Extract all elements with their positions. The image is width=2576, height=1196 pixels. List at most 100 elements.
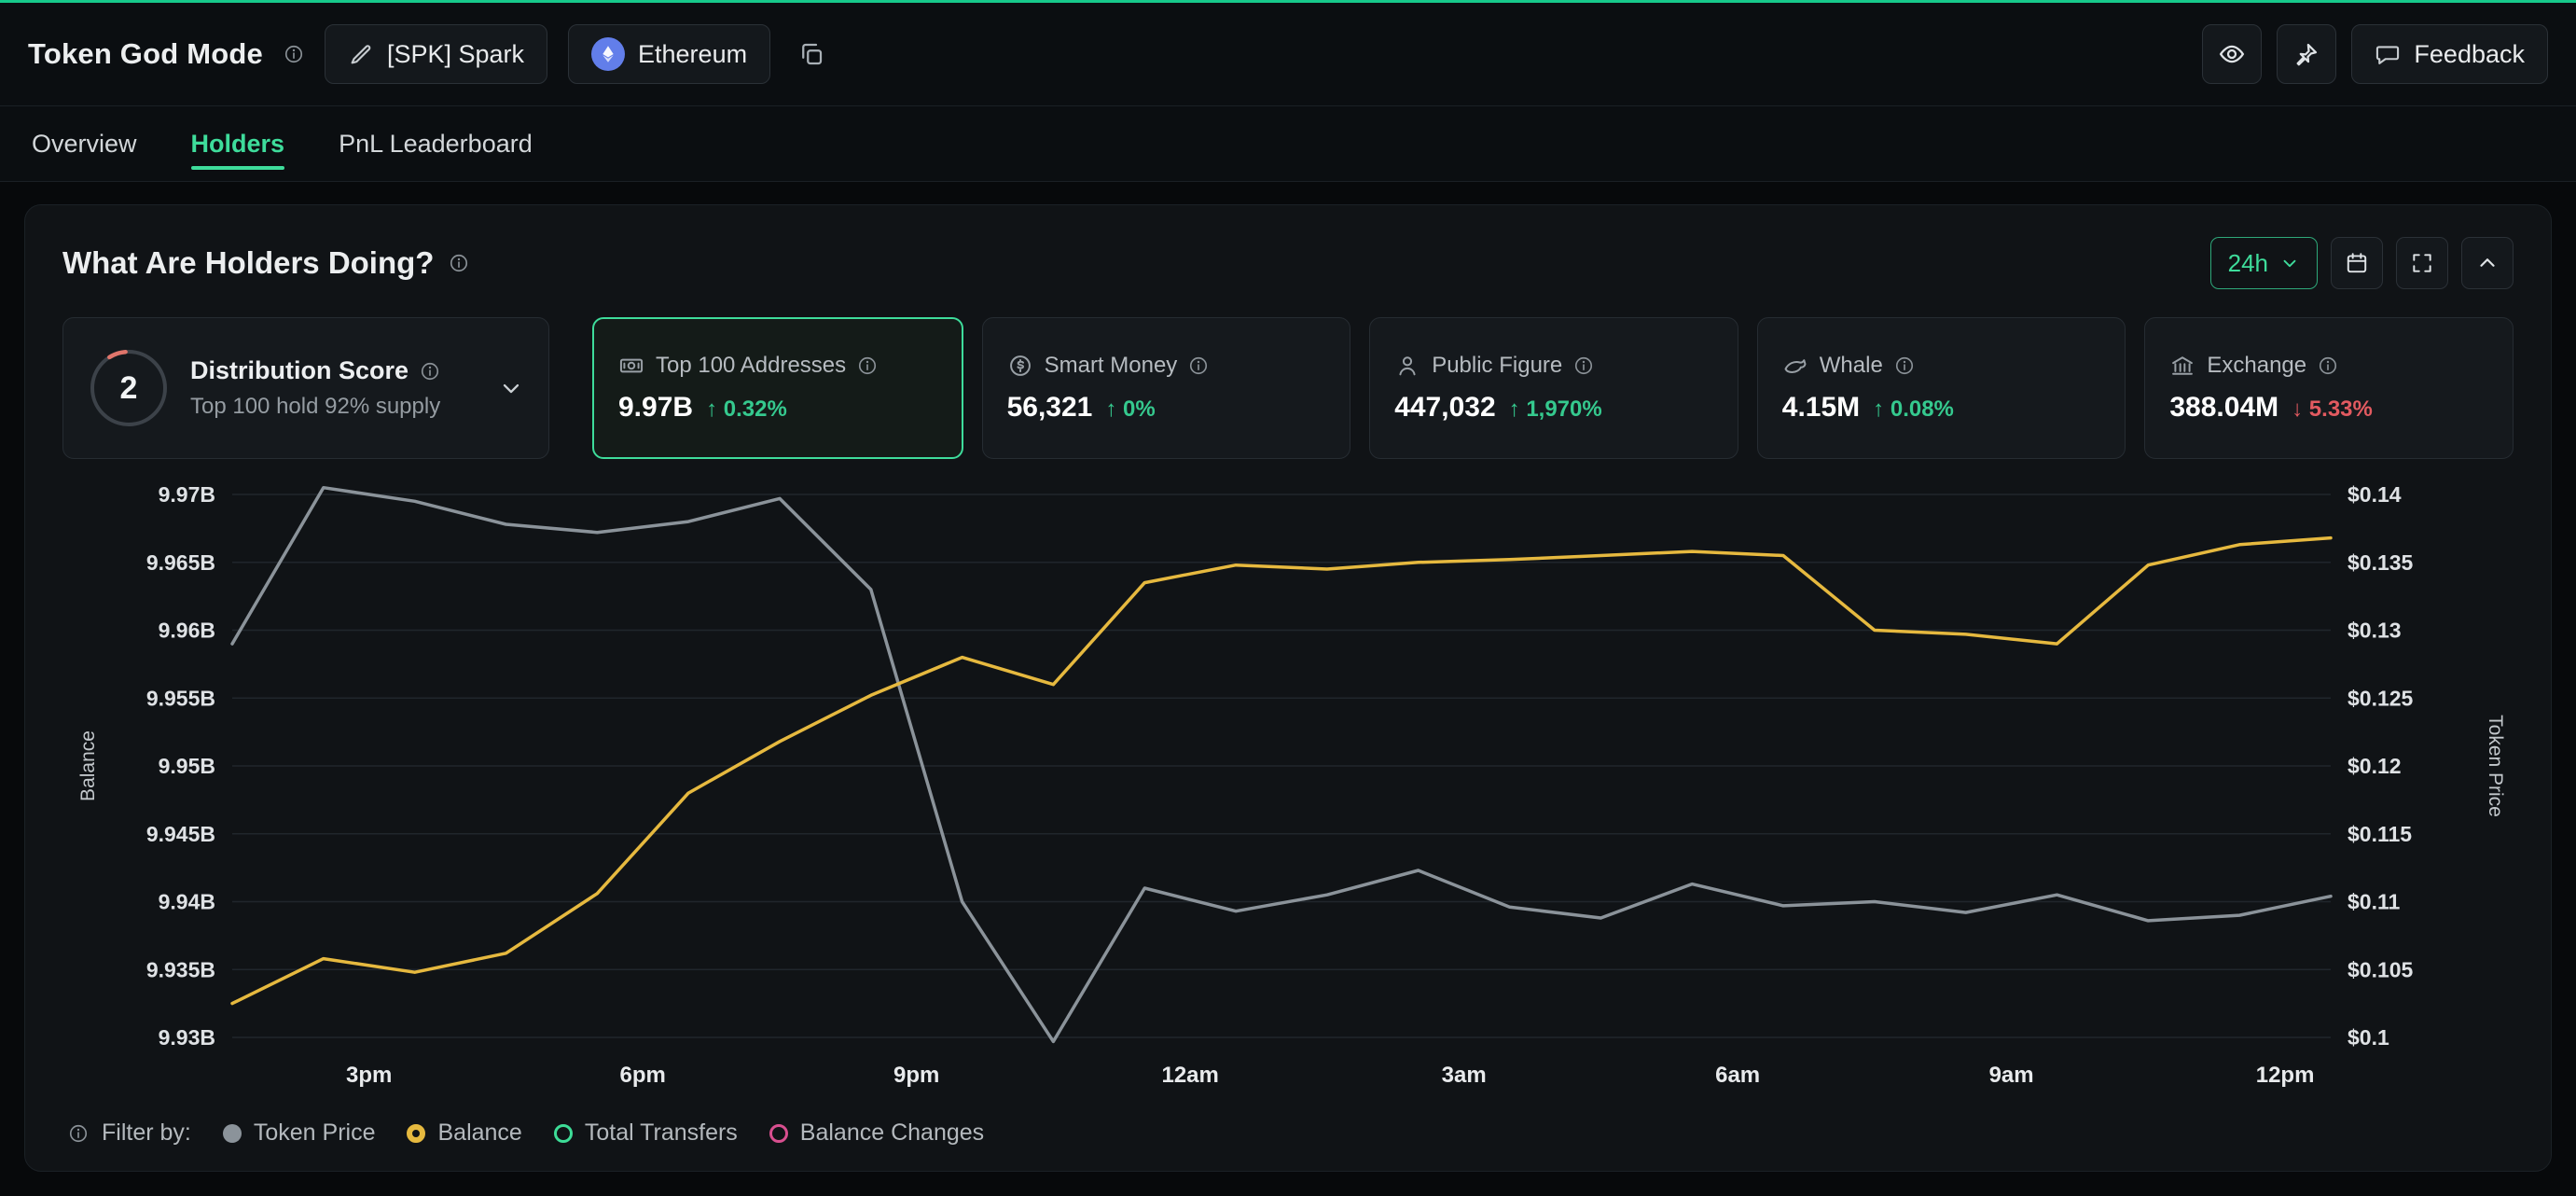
- svg-text:3am: 3am: [1442, 1063, 1487, 1088]
- token-selector-label: [SPK] Spark: [387, 40, 524, 69]
- holder-stats-row: 2 Distribution Score Top 100 hold 92% su…: [62, 317, 2514, 459]
- svg-text:$0.12: $0.12: [2347, 754, 2402, 778]
- svg-text:$0.14: $0.14: [2347, 482, 2402, 507]
- chart-filter-legend: Filter by: Token Price Balance Total Tra…: [62, 1110, 2514, 1148]
- info-icon[interactable]: [2318, 355, 2338, 376]
- legend-label: Balance Changes: [800, 1120, 984, 1147]
- svg-text:9.965B: 9.965B: [146, 550, 215, 575]
- stat-label: Exchange: [2207, 353, 2306, 379]
- legend-item-token-price[interactable]: Token Price: [223, 1120, 376, 1147]
- calendar-icon: [2345, 251, 2369, 275]
- legend-item-total-transfers[interactable]: Total Transfers: [554, 1120, 738, 1147]
- stat-change: ↑ 0.08%: [1873, 396, 1954, 423]
- svg-text:9.955B: 9.955B: [146, 686, 215, 710]
- info-icon[interactable]: [284, 44, 304, 64]
- chevron-down-icon: [2279, 253, 2300, 273]
- stat-card-exchange[interactable]: Exchange 388.04M ↓ 5.33%: [2144, 317, 2514, 459]
- banknote-icon: [618, 353, 644, 379]
- stat-label: Top 100 Addresses: [656, 353, 846, 379]
- svg-text:$0.13: $0.13: [2347, 619, 2402, 643]
- info-icon[interactable]: [420, 361, 440, 382]
- svg-text:9.96B: 9.96B: [159, 619, 215, 643]
- copy-icon: [797, 40, 825, 68]
- chevron-down-icon[interactable]: [498, 375, 524, 401]
- stat-value: 388.04M: [2169, 392, 2278, 424]
- svg-text:Balance: Balance: [77, 730, 99, 801]
- holders-chart-area: 9.97B$0.149.965B$0.1359.96B$0.139.955B$0…: [62, 465, 2514, 1110]
- chain-selector-button[interactable]: Ethereum: [568, 24, 770, 84]
- distribution-score-card[interactable]: 2 Distribution Score Top 100 hold 92% su…: [62, 317, 549, 459]
- token-price-chip: [223, 1124, 242, 1143]
- stat-change: ↓ 5.33%: [2292, 396, 2373, 423]
- svg-text:$0.115: $0.115: [2347, 822, 2412, 846]
- svg-text:Token Price: Token Price: [2485, 715, 2506, 817]
- collapse-button[interactable]: [2461, 237, 2514, 289]
- stat-value: 4.15M: [1782, 392, 1860, 424]
- svg-text:$0.11: $0.11: [2347, 890, 2400, 914]
- stat-card-whale[interactable]: Whale 4.15M ↑ 0.08%: [1757, 317, 2126, 459]
- watch-button[interactable]: [2202, 24, 2262, 84]
- stat-label: Whale: [1820, 353, 1883, 379]
- legend-label: Total Transfers: [585, 1120, 738, 1147]
- bank-icon: [2169, 353, 2195, 379]
- token-selector-button[interactable]: [SPK] Spark: [325, 24, 547, 84]
- svg-text:$0.135: $0.135: [2347, 550, 2414, 575]
- timeframe-value: 24h: [2228, 249, 2268, 278]
- stat-card-public-figure[interactable]: Public Figure 447,032 ↑ 1,970%: [1369, 317, 1738, 459]
- chain-selector-label: Ethereum: [638, 40, 747, 69]
- feedback-label: Feedback: [2414, 40, 2525, 69]
- balance-changes-chip: [769, 1124, 788, 1143]
- top-bar: Token God Mode [SPK] Spark Ethereum: [0, 3, 2576, 105]
- total-transfers-chip: [554, 1124, 573, 1143]
- svg-text:9.935B: 9.935B: [146, 957, 215, 981]
- info-icon[interactable]: [857, 355, 878, 376]
- legend-label: Token Price: [254, 1120, 376, 1147]
- pencil-icon: [348, 41, 374, 67]
- fullscreen-icon: [2410, 251, 2434, 275]
- distribution-score-subtitle: Top 100 hold 92% supply: [190, 394, 478, 420]
- svg-text:12pm: 12pm: [2256, 1063, 2315, 1088]
- distribution-score-gauge: 2: [88, 347, 170, 429]
- ethereum-icon: [591, 37, 625, 71]
- svg-text:6am: 6am: [1715, 1063, 1760, 1088]
- stat-value: 9.97B: [618, 392, 693, 424]
- distribution-score-label: Distribution Score: [190, 356, 409, 385]
- person-icon: [1394, 353, 1420, 379]
- stat-change: ↑ 0.32%: [706, 396, 787, 423]
- chat-bubble-icon: [2375, 41, 2401, 67]
- calendar-button[interactable]: [2331, 237, 2383, 289]
- stat-card-smart-money[interactable]: Smart Money 56,321 ↑ 0%: [982, 317, 1351, 459]
- info-icon[interactable]: [68, 1123, 89, 1144]
- main-content: What Are Holders Doing? 24h: [0, 182, 2576, 1196]
- whale-icon: [1782, 353, 1808, 379]
- svg-text:3pm: 3pm: [346, 1063, 392, 1088]
- legend-item-balance-changes[interactable]: Balance Changes: [769, 1120, 984, 1147]
- svg-text:$0.1: $0.1: [2347, 1025, 2389, 1050]
- legend-label: Balance: [437, 1120, 521, 1147]
- pin-button[interactable]: [2277, 24, 2336, 84]
- timeframe-dropdown[interactable]: 24h: [2210, 237, 2318, 289]
- eye-icon: [2218, 40, 2246, 68]
- copy-address-button[interactable]: [791, 24, 832, 84]
- tab-overview[interactable]: Overview: [32, 106, 137, 181]
- fullscreen-button[interactable]: [2396, 237, 2448, 289]
- legend-item-balance[interactable]: Balance: [407, 1120, 521, 1147]
- feedback-button[interactable]: Feedback: [2351, 24, 2548, 84]
- info-icon[interactable]: [1573, 355, 1594, 376]
- distribution-score-value: 2: [88, 347, 170, 429]
- info-icon[interactable]: [1188, 355, 1209, 376]
- svg-text:9pm: 9pm: [893, 1063, 939, 1088]
- info-icon[interactable]: [1894, 355, 1915, 376]
- tab-holders[interactable]: Holders: [191, 106, 285, 181]
- info-icon[interactable]: [449, 253, 469, 273]
- svg-text:9.945B: 9.945B: [146, 822, 215, 846]
- tab-bar: Overview Holders PnL Leaderboard: [0, 105, 2576, 182]
- svg-text:9.94B: 9.94B: [159, 890, 215, 914]
- tab-pnl-leaderboard[interactable]: PnL Leaderboard: [339, 106, 533, 181]
- stat-card-top-100-addresses[interactable]: Top 100 Addresses 9.97B ↑ 0.32%: [592, 317, 963, 459]
- stat-label: Public Figure: [1432, 353, 1562, 379]
- chevron-up-icon: [2475, 251, 2500, 275]
- holders-balance-price-chart[interactable]: 9.97B$0.149.965B$0.1359.96B$0.139.955B$0…: [62, 465, 2514, 1110]
- svg-text:6pm: 6pm: [620, 1063, 666, 1088]
- svg-text:9.93B: 9.93B: [159, 1025, 215, 1050]
